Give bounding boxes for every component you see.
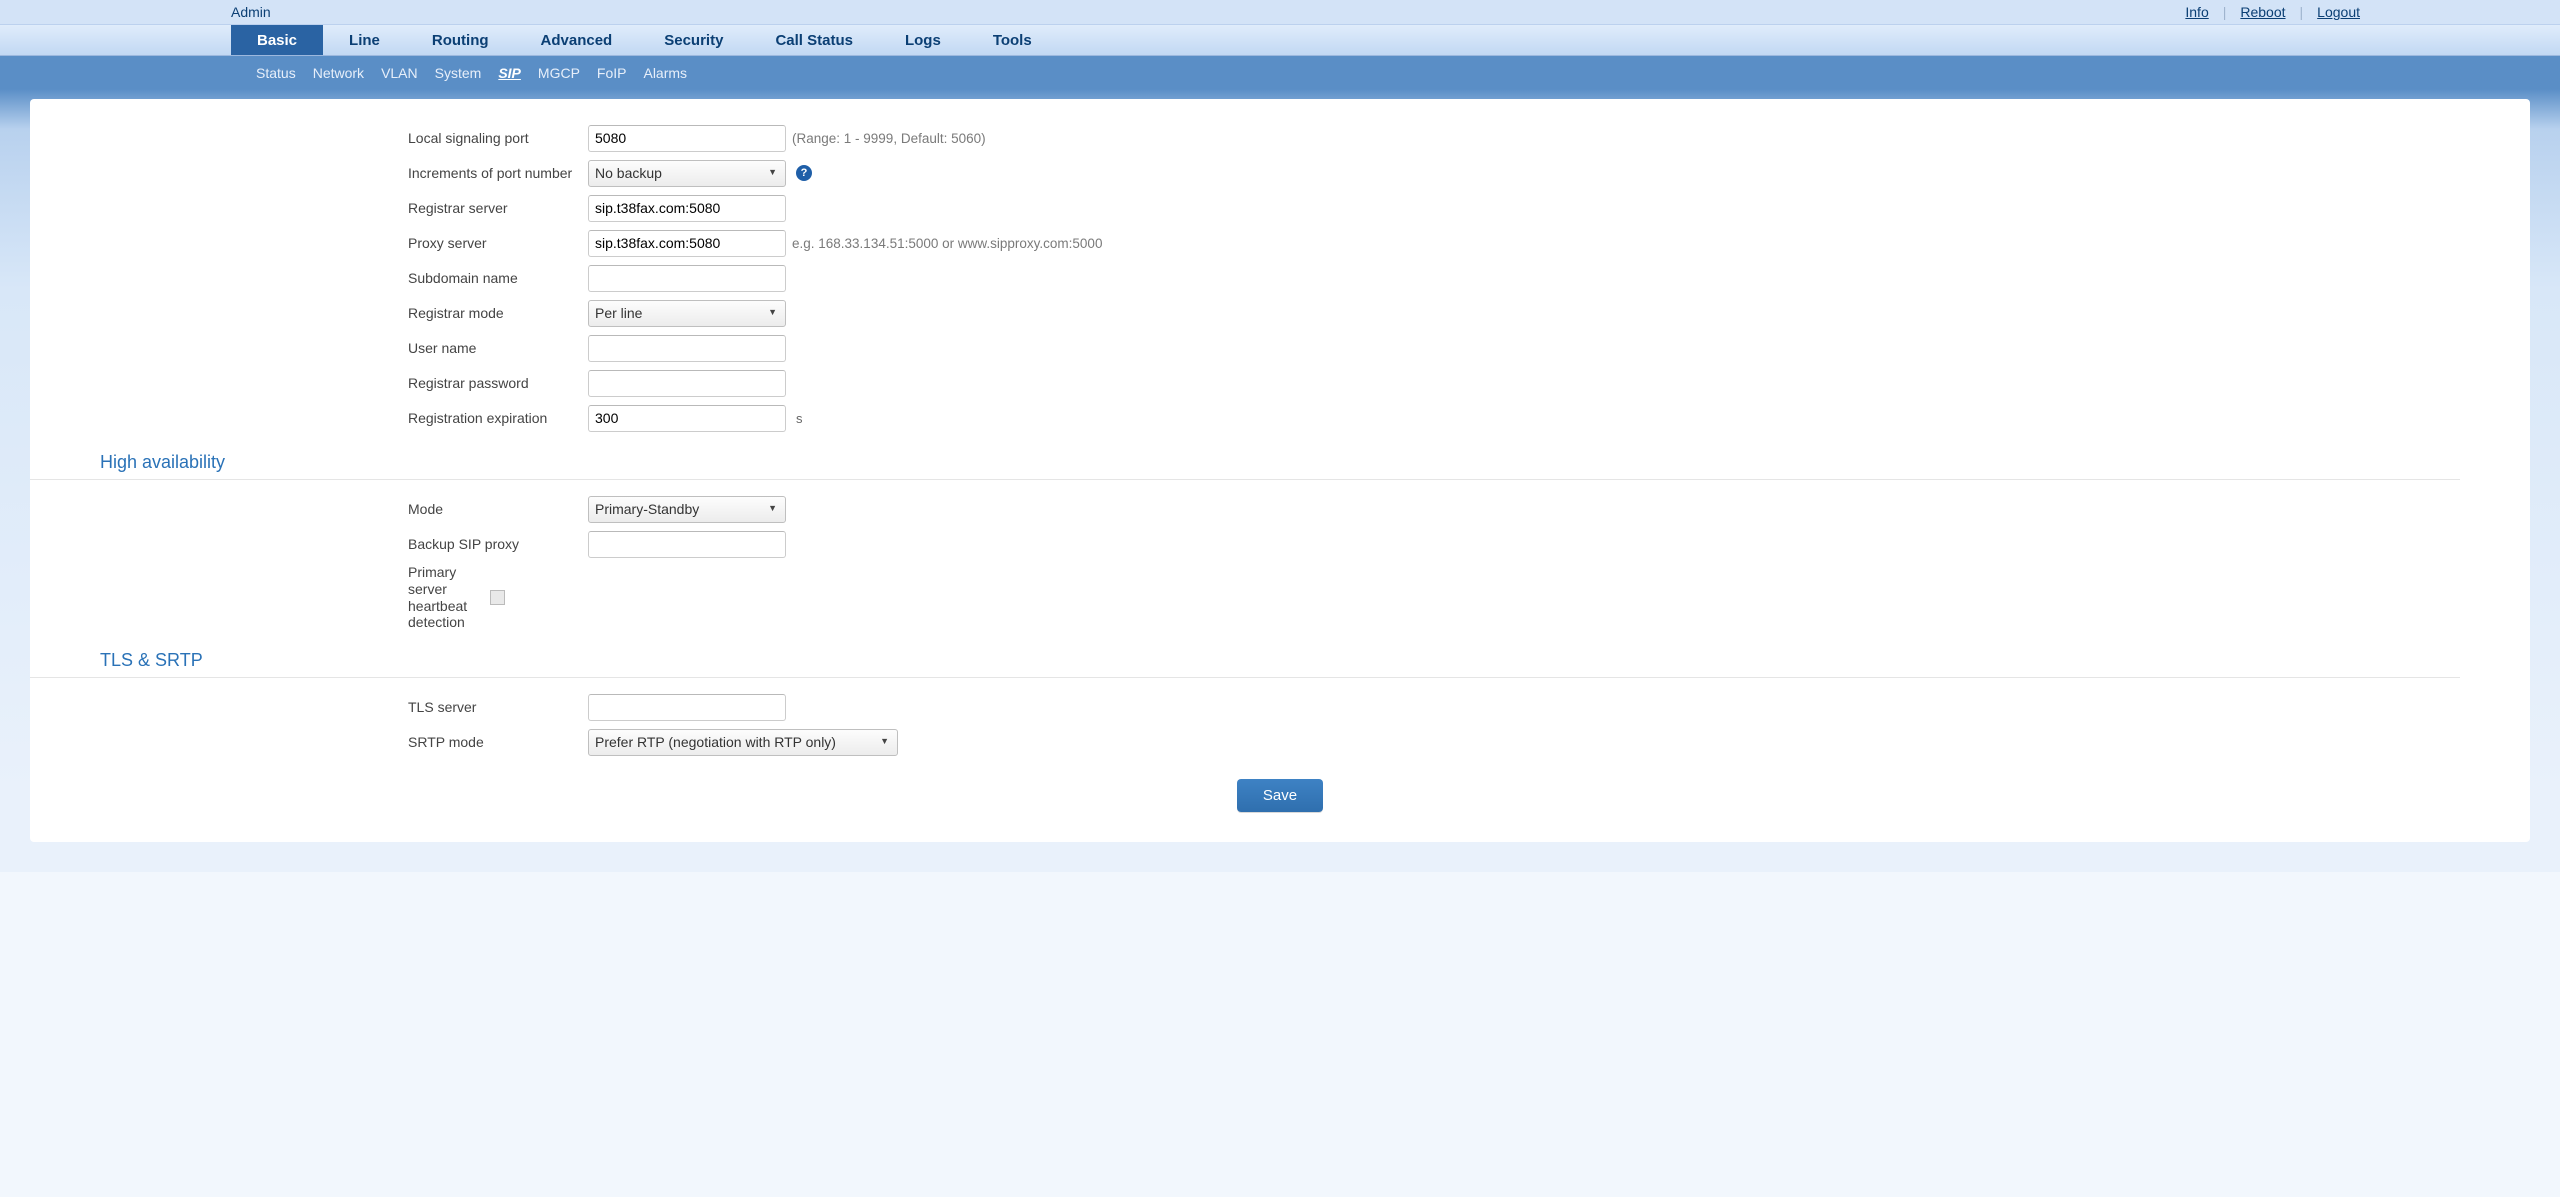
subtab-alarms[interactable]: Alarms — [643, 65, 687, 81]
tls-server-input[interactable] — [588, 694, 786, 721]
tab-basic[interactable]: Basic — [231, 25, 323, 55]
logout-link[interactable]: Logout — [2317, 4, 2360, 20]
divider: | — [2223, 4, 2227, 20]
label-proxy: Proxy server — [308, 235, 588, 252]
info-link[interactable]: Info — [2185, 4, 2208, 20]
reg-expire-input[interactable] — [588, 405, 786, 432]
tab-tools[interactable]: Tools — [967, 25, 1058, 55]
admin-label: Admin — [231, 4, 271, 20]
content-card: Local signaling port (Range: 1 - 9999, D… — [30, 99, 2530, 842]
ha-mode-value: Primary-Standby — [595, 501, 699, 517]
username-input[interactable] — [588, 335, 786, 362]
tab-logs[interactable]: Logs — [879, 25, 967, 55]
label-subdomain: Subdomain name — [308, 270, 588, 287]
subtab-vlan[interactable]: VLAN — [381, 65, 418, 81]
ha-mode-select[interactable]: Primary-Standby — [588, 496, 786, 523]
subtab-system[interactable]: System — [435, 65, 482, 81]
main-tabs: Basic Line Routing Advanced Security Cal… — [0, 24, 2560, 56]
topbar-right: Info | Reboot | Logout — [2185, 4, 2360, 20]
tab-advanced[interactable]: Advanced — [515, 25, 639, 55]
save-button[interactable]: Save — [1237, 779, 1323, 812]
label-registrar: Registrar server — [308, 200, 588, 217]
subtab-network[interactable]: Network — [313, 65, 364, 81]
page-body: Local signaling port (Range: 1 - 9999, D… — [0, 89, 2560, 872]
label-increments: Increments of port number — [308, 165, 588, 182]
subtab-sip[interactable]: SIP — [498, 65, 521, 81]
label-username: User name — [308, 340, 588, 357]
increments-value: No backup — [595, 165, 662, 181]
section-tls: TLS & SRTP — [30, 636, 2460, 678]
registrar-pass-input[interactable] — [588, 370, 786, 397]
help-icon[interactable]: ? — [796, 165, 812, 181]
proxy-input[interactable] — [588, 230, 786, 257]
proxy-hint: e.g. 168.33.134.51:5000 or www.sipproxy.… — [792, 236, 1102, 251]
reboot-link[interactable]: Reboot — [2240, 4, 2285, 20]
label-tls-server: TLS server — [308, 699, 588, 716]
increments-select[interactable]: No backup — [588, 160, 786, 187]
topbar: Admin Info | Reboot | Logout — [0, 0, 2560, 24]
label-registrar-pass: Registrar password — [308, 375, 588, 392]
local-port-input[interactable] — [588, 125, 786, 152]
subtab-status[interactable]: Status — [256, 65, 296, 81]
label-reg-expire: Registration expiration — [308, 410, 588, 427]
srtp-mode-value: Prefer RTP (negotiation with RTP only) — [595, 734, 836, 750]
reg-expire-unit: s — [796, 411, 803, 426]
srtp-mode-select[interactable]: Prefer RTP (negotiation with RTP only) — [588, 729, 898, 756]
label-ha-mode: Mode — [308, 501, 588, 518]
label-registrar-mode: Registrar mode — [308, 305, 588, 322]
label-srtp-mode: SRTP mode — [308, 734, 588, 751]
subtab-mgcp[interactable]: MGCP — [538, 65, 580, 81]
subtab-foip[interactable]: FoIP — [597, 65, 627, 81]
tab-line[interactable]: Line — [323, 25, 406, 55]
sub-tabs: Status Network VLAN System SIP MGCP FoIP… — [0, 56, 2560, 89]
tab-call-status[interactable]: Call Status — [749, 25, 879, 55]
registrar-mode-select[interactable]: Per line — [588, 300, 786, 327]
tab-security[interactable]: Security — [638, 25, 749, 55]
label-local-port: Local signaling port — [308, 130, 588, 147]
heartbeat-checkbox[interactable] — [490, 590, 505, 605]
tab-routing[interactable]: Routing — [406, 25, 515, 55]
backup-proxy-input[interactable] — [588, 531, 786, 558]
divider: | — [2300, 4, 2304, 20]
subdomain-input[interactable] — [588, 265, 786, 292]
label-backup-proxy: Backup SIP proxy — [308, 536, 588, 553]
label-heartbeat: Primary server heartbeat detection — [308, 564, 488, 631]
registrar-mode-value: Per line — [595, 305, 642, 321]
section-ha: High availability — [30, 438, 2460, 480]
registrar-input[interactable] — [588, 195, 786, 222]
local-port-hint: (Range: 1 - 9999, Default: 5060) — [792, 131, 986, 146]
